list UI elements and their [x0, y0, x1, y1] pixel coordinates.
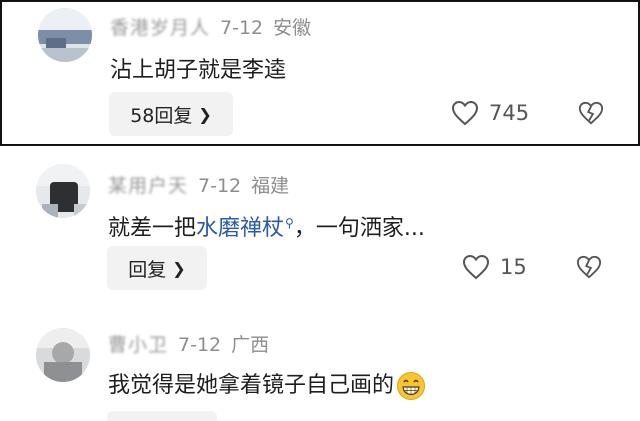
heart-outline-icon — [451, 100, 479, 126]
comment-text: 我觉得是她拿着镜子自己画的 — [108, 367, 426, 401]
avatar[interactable] — [36, 164, 90, 218]
comment-meta: 某用户天 7-12 福建 — [108, 171, 289, 198]
chevron-right-icon: ❯ — [172, 258, 186, 278]
comment-text: 沾上胡子就是李逵 — [110, 58, 287, 83]
like-count: 745 — [489, 101, 530, 125]
chevron-right-icon: ❯ — [198, 104, 212, 124]
reply-label: 回复 — [128, 258, 167, 281]
search-link-text: 水磨禅杖 — [196, 216, 285, 241]
comment-text-after: ，一句洒家... — [293, 216, 425, 241]
like-button[interactable]: 745 — [451, 100, 529, 126]
comment-region: 安徽 — [273, 17, 312, 39]
comment-text-body: 我觉得是她拿着镜子自己画的 — [108, 373, 395, 398]
username[interactable]: 曹小卫 — [108, 330, 168, 357]
comment-item-1: 香港岁月人 7-12 安徽 沾上胡子就是李逵 58回复 ❯ 745 — [0, 0, 640, 146]
like-button[interactable]: 15 — [462, 254, 527, 280]
broken-heart-icon[interactable] — [576, 254, 602, 280]
comment-item-3: 曹小卫 7-12 广西 我觉得是她拿着镜子自己画的 — [0, 310, 640, 421]
search-icon: ⚲ — [285, 215, 294, 230]
comment-text: 就差一把水磨禅杖⚲，一句洒家... — [108, 210, 425, 242]
username[interactable]: 香港岁月人 — [110, 13, 210, 40]
comment-text-before: 就差一把 — [108, 216, 197, 241]
comment-date: 7-12 — [220, 17, 264, 39]
heart-outline-icon — [462, 254, 490, 280]
username[interactable]: 某用户天 — [108, 171, 188, 198]
search-link[interactable]: 水磨禅杖⚲ — [196, 216, 294, 241]
broken-heart-icon[interactable] — [578, 100, 604, 126]
comment-region: 福建 — [251, 175, 290, 197]
reply-button-partial[interactable] — [107, 411, 217, 421]
reply-button[interactable]: 回复 ❯ — [107, 246, 207, 290]
avatar[interactable] — [36, 328, 90, 382]
like-count: 15 — [500, 255, 527, 279]
comment-date: 7-12 — [178, 334, 222, 356]
reply-button[interactable]: 58回复 ❯ — [109, 92, 233, 136]
comment-date: 7-12 — [198, 175, 242, 197]
avatar[interactable] — [38, 8, 92, 62]
comment-region: 广西 — [231, 334, 270, 356]
grinning-face-emoji-icon — [397, 372, 426, 400]
comment-item-2: 某用户天 7-12 福建 就差一把水磨禅杖⚲，一句洒家... 回复 ❯ 15 — [0, 150, 640, 310]
reply-label: 58回复 — [130, 104, 193, 127]
comment-meta: 香港岁月人 7-12 安徽 — [110, 13, 311, 40]
comment-meta: 曹小卫 7-12 广西 — [108, 330, 269, 357]
